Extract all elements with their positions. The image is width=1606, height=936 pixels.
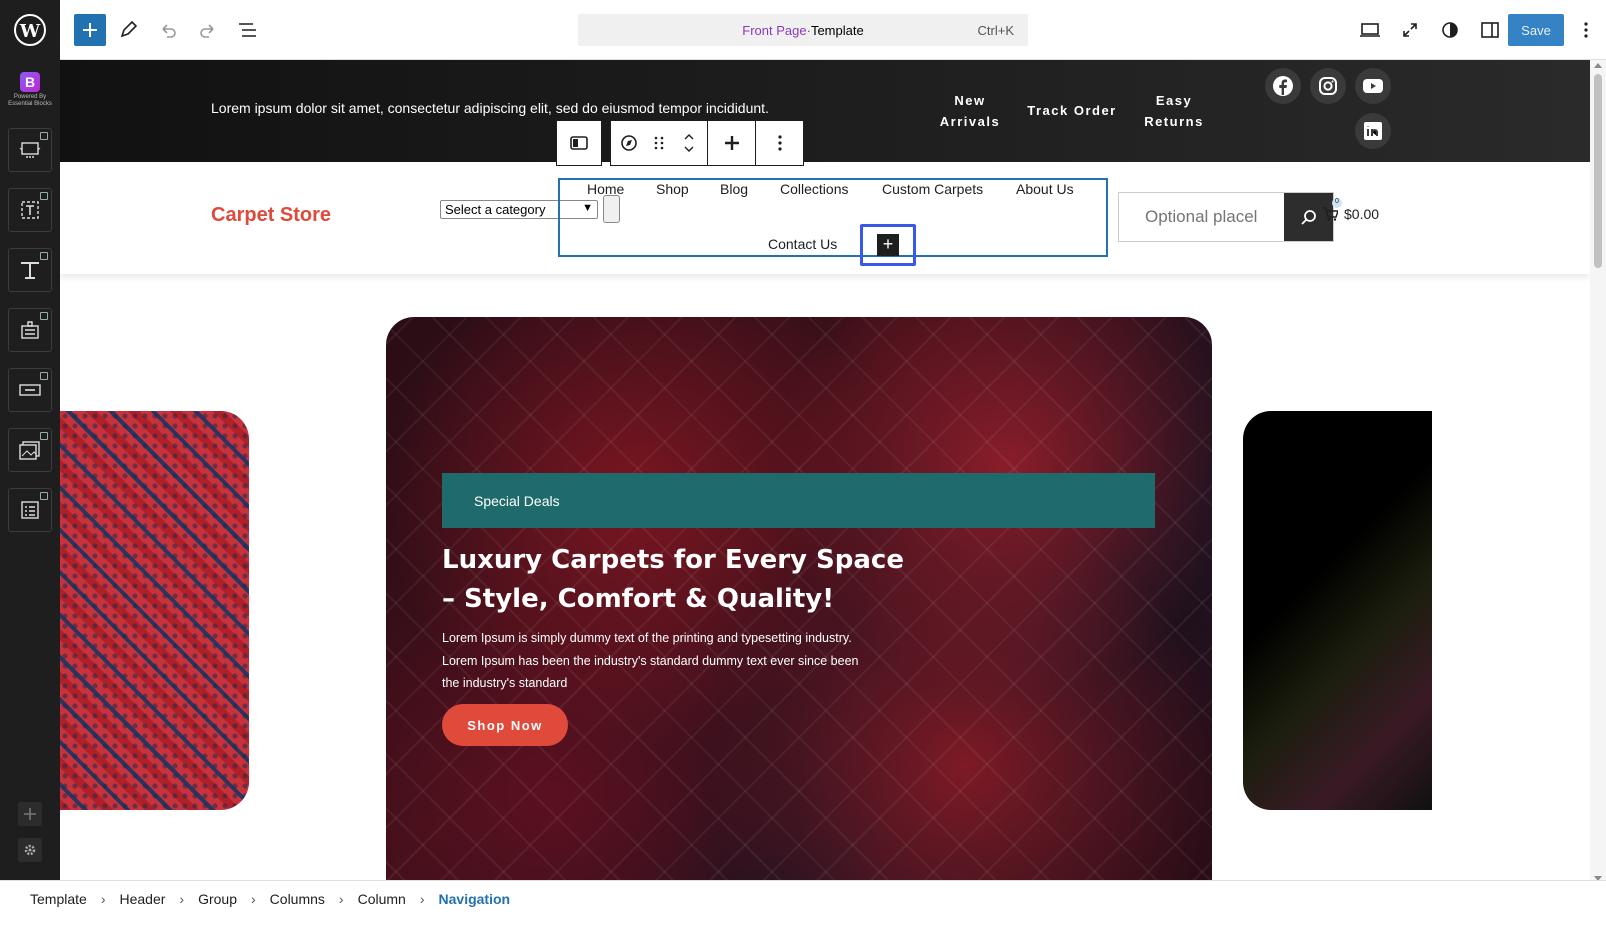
nav-item-custom-carpets[interactable]: Custom Carpets: [882, 181, 983, 197]
essential-blocks-sidebar: B Powered By Essential Blocks: [0, 60, 60, 902]
navigation-block-icon: [570, 136, 588, 150]
pencil-icon[interactable]: [112, 14, 144, 46]
bottom-strip: [0, 916, 1606, 936]
template-type-label: Template: [810, 22, 864, 38]
mini-cart[interactable]: 0 $0.00: [1322, 198, 1380, 222]
add-block-icon[interactable]: [708, 120, 756, 166]
editor-canvas: Lorem ipsum dolor sit amet, consectetur …: [60, 60, 1590, 902]
compass-icon[interactable]: [611, 121, 647, 165]
essential-blocks-logo: B Powered By Essential Blocks: [8, 72, 52, 107]
cart-count-badge: 0: [1332, 198, 1342, 208]
nav-item-about-us[interactable]: About Us: [1016, 181, 1074, 197]
block-inserter-button[interactable]: [74, 14, 106, 46]
text-block-icon: [21, 201, 39, 219]
image-gallery-icon: [19, 441, 40, 460]
hero-title: Luxury Carpets for Every Space – Style, …: [442, 545, 904, 614]
styles-icon[interactable]: [1434, 14, 1466, 46]
options-menu-icon[interactable]: [1570, 14, 1602, 46]
move-up-down-icon[interactable]: [671, 121, 707, 165]
block-toolbar-group: [610, 120, 708, 166]
search-icon: [1300, 210, 1316, 225]
svg-text:W: W: [19, 21, 41, 42]
add-nav-item-button[interactable]: +: [860, 224, 916, 266]
fullscreen-icon[interactable]: [1394, 14, 1426, 46]
instagram-icon[interactable]: [1310, 68, 1346, 104]
youtube-icon[interactable]: [1355, 68, 1391, 104]
facebook-icon[interactable]: [1265, 68, 1301, 104]
breadcrumb-navigation: Navigation: [438, 890, 511, 907]
save-button[interactable]: Save: [1508, 14, 1564, 46]
scroll-up-icon: [1594, 63, 1602, 68]
undo-icon[interactable]: [152, 14, 184, 46]
wordpress-logo-icon[interactable]: W: [0, 0, 60, 60]
breadcrumb-header[interactable]: Header: [119, 891, 165, 907]
search-input[interactable]: [1119, 193, 1284, 241]
breadcrumb-template[interactable]: Template: [30, 891, 87, 907]
settings-sidebar-icon[interactable]: [1474, 14, 1506, 46]
typography-icon: [21, 262, 39, 279]
nav-item-home[interactable]: Home: [587, 181, 624, 197]
breadcrumb-group[interactable]: Group: [198, 891, 237, 907]
shortcut-hint: Ctrl+K: [977, 22, 1014, 38]
text-block-item[interactable]: [8, 188, 52, 232]
redo-icon[interactable]: [192, 14, 224, 46]
nav-item-contact-us[interactable]: Contact Us: [768, 236, 837, 252]
header-tagline: Lorem ipsum dolor sit amet, consectetur …: [211, 100, 769, 116]
button-block-item[interactable]: [8, 368, 52, 412]
top-link-easy-returns[interactable]: Easy Returns: [1134, 90, 1214, 132]
nav-item-blog[interactable]: Blog: [720, 181, 748, 197]
plus-icon: +: [877, 234, 899, 256]
button-icon: [19, 384, 41, 396]
document-overview-icon[interactable]: [232, 14, 264, 46]
desktop-preview-icon[interactable]: [1354, 14, 1386, 46]
special-deals-badge: Special Deals: [442, 473, 1155, 528]
main-header: Carpet Store Select a category ▼ Home Sh…: [60, 162, 1590, 274]
slider-icon: [19, 142, 41, 158]
top-link-track-order[interactable]: Track Order: [1022, 100, 1122, 121]
canvas-scrollbar[interactable]: [1590, 60, 1606, 902]
block-breadcrumb: Template › Header › Group › Columns › Column…: [0, 880, 1606, 916]
carousel-slide-prev[interactable]: [60, 411, 249, 810]
product-search: [1118, 192, 1334, 242]
site-title[interactable]: Carpet Store: [211, 204, 331, 227]
block-type-button[interactable]: [556, 120, 602, 166]
hero-slide: Special Deals Luxury Carpets for Every S…: [386, 317, 1212, 902]
carousel-slide-next[interactable]: [1243, 411, 1432, 810]
breadcrumb-columns[interactable]: Columns: [270, 891, 325, 907]
form-block-item[interactable]: [8, 308, 52, 352]
nav-item-collections[interactable]: Collections: [780, 181, 848, 197]
list-icon: [21, 501, 39, 519]
shop-now-button[interactable]: Shop Now: [442, 704, 568, 746]
typography-block-item[interactable]: [8, 248, 52, 292]
scrollbar-thumb[interactable]: [1594, 74, 1602, 268]
editor-top-bar: W Front Page · Template Ctrl+K Save: [0, 0, 1606, 60]
more-options-icon[interactable]: [756, 120, 804, 166]
nav-item-shop[interactable]: Shop: [656, 181, 689, 197]
slider-block-item[interactable]: [8, 128, 52, 172]
cart-icon: [1323, 207, 1338, 221]
form-icon: [21, 321, 39, 339]
list-block-item[interactable]: [8, 488, 52, 532]
gallery-block-item[interactable]: [8, 428, 52, 472]
add-icon[interactable]: [18, 802, 42, 826]
top-link-new-arrivals[interactable]: New Arrivals: [930, 90, 1010, 132]
drag-handle-icon[interactable]: [647, 121, 671, 165]
top-header-bar: Lorem ipsum dolor sit amet, consectetur …: [60, 60, 1590, 162]
command-palette-bar[interactable]: Front Page · Template Ctrl+K: [578, 14, 1028, 46]
hero-description: Lorem Ipsum is simply dummy text of the …: [442, 631, 859, 690]
linkedin-icon[interactable]: [1355, 113, 1391, 149]
template-title: Front Page: [742, 22, 807, 38]
block-toolbar: [556, 120, 804, 166]
breadcrumb-column[interactable]: Column: [358, 891, 406, 907]
cart-total: $0.00: [1344, 206, 1380, 222]
gear-icon[interactable]: [18, 838, 42, 862]
